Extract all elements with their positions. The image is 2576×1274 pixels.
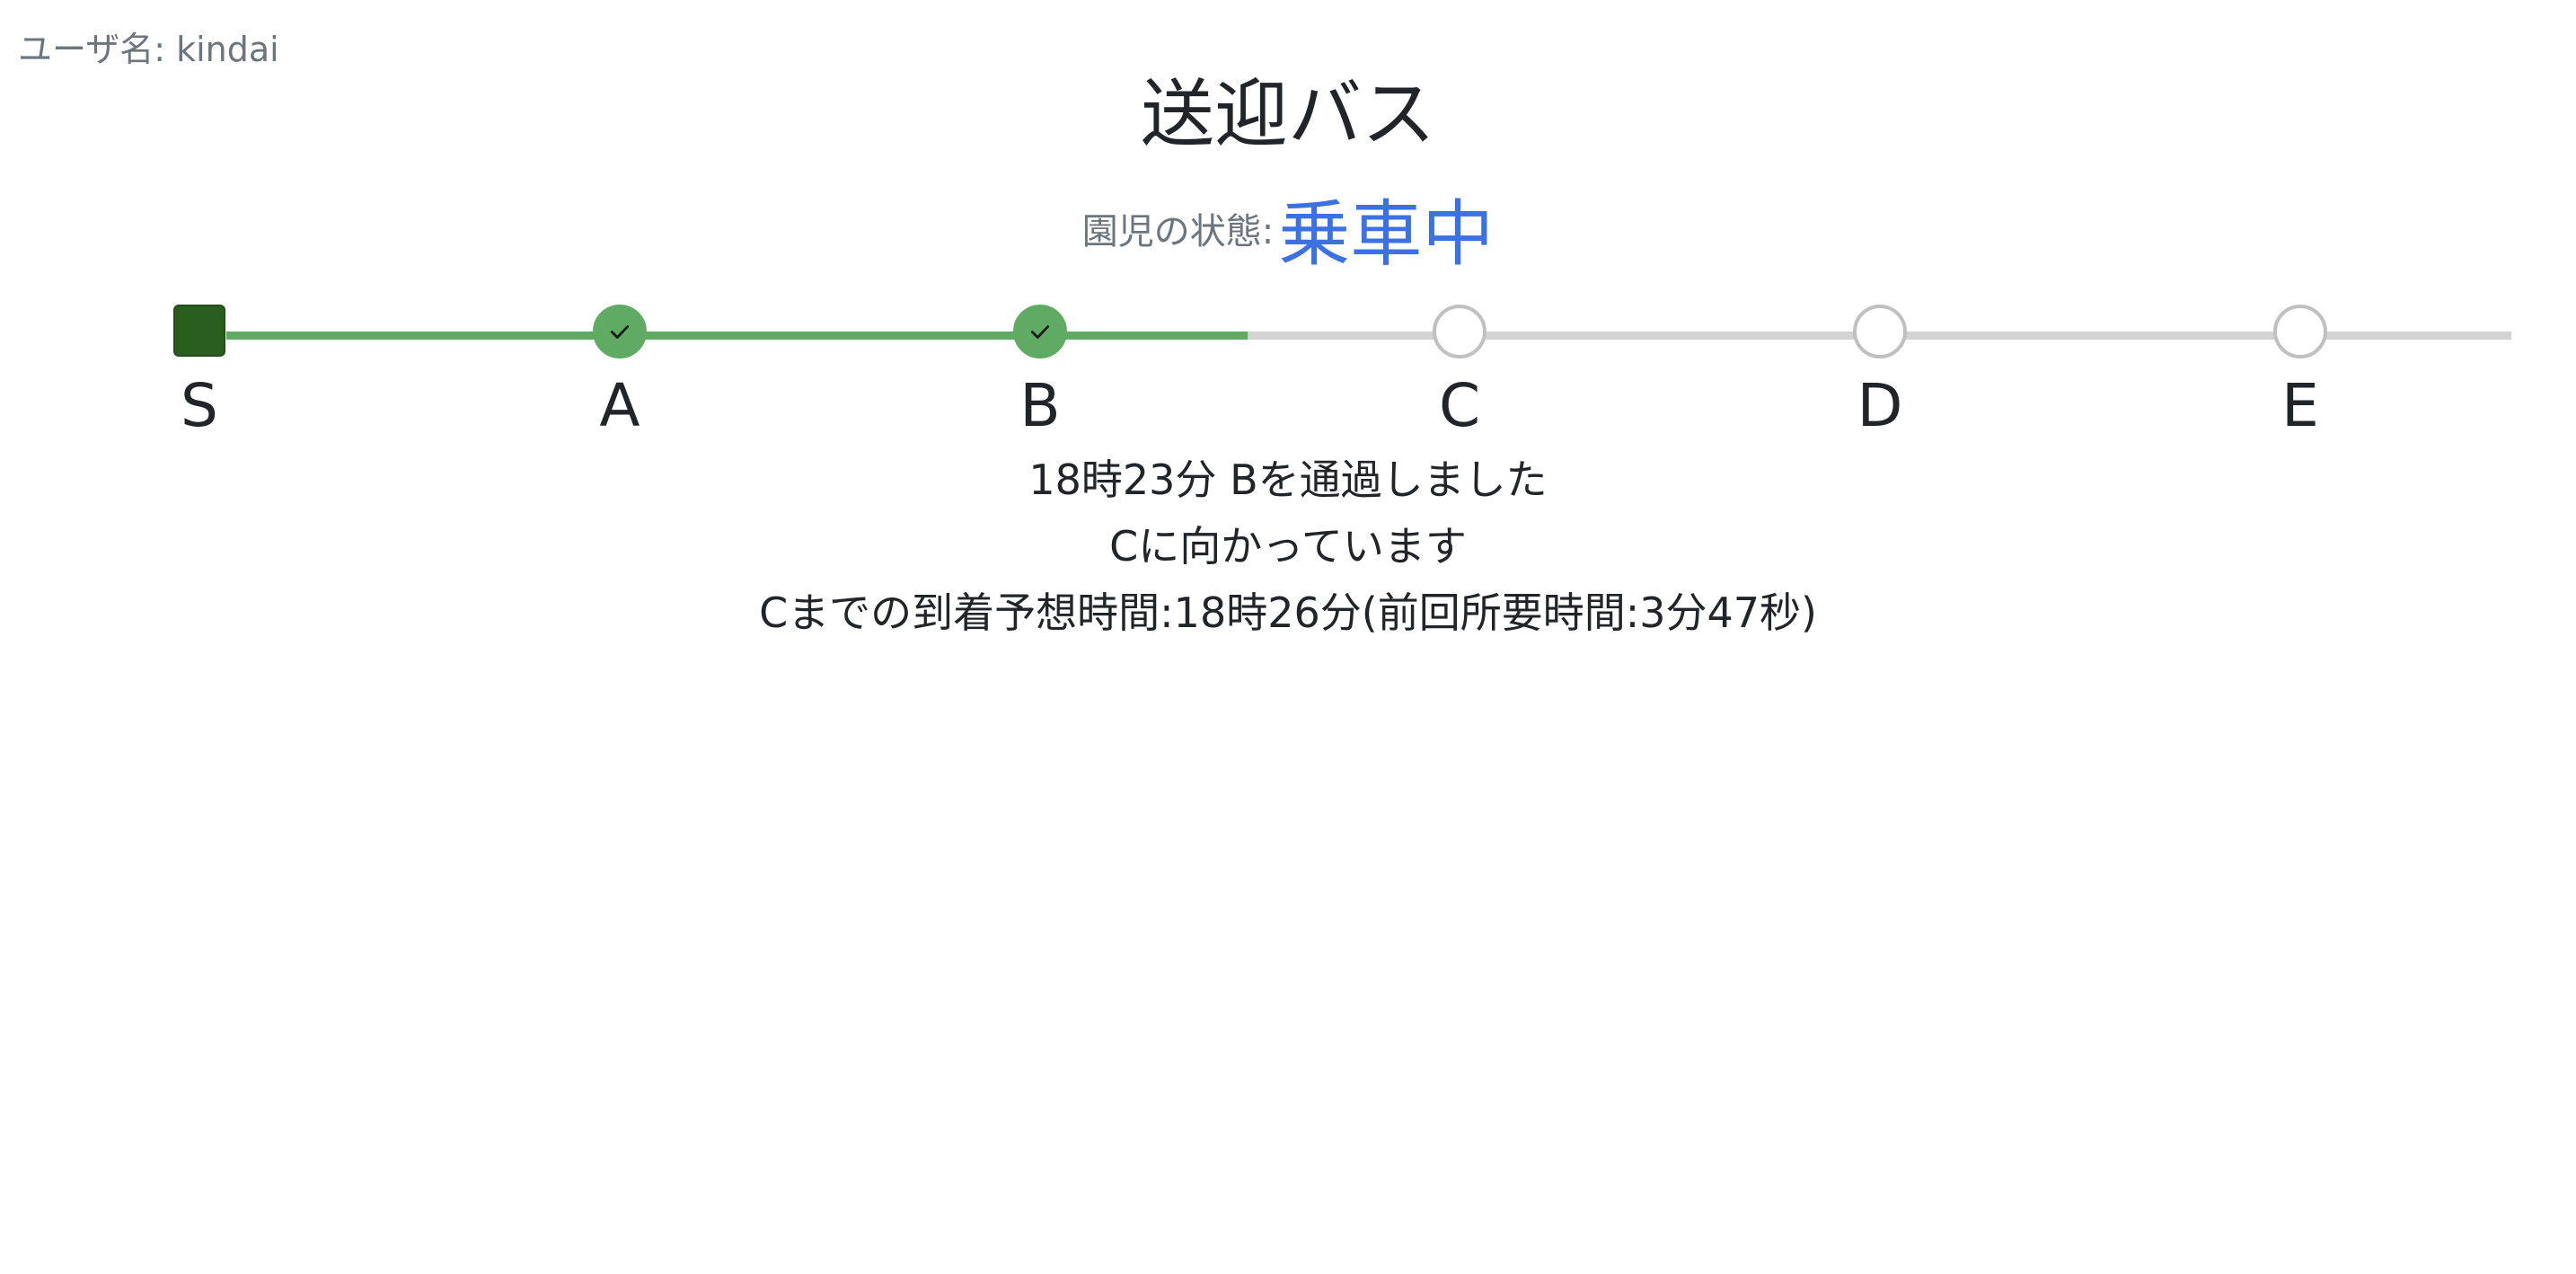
stop-e-marker — [2273, 305, 2327, 358]
stop-b-marker — [1013, 305, 1067, 358]
track-segment-done — [226, 332, 1248, 340]
info-passed: 18時23分 Bを通過しました — [1028, 456, 1548, 504]
stop-start-marker — [173, 305, 225, 357]
check-icon — [610, 325, 630, 339]
info-eta: Cまでの到着予想時間:18時26分(前回所要時間:3分47秒) — [759, 588, 1817, 637]
stop-a-marker — [593, 305, 647, 358]
stop-c-marker — [1433, 305, 1486, 358]
route-stepper: S A B C D E — [0, 0, 2576, 449]
stop-label-c: C — [1438, 371, 1481, 440]
stop-d-marker — [1853, 305, 1907, 358]
stop-label-a: A — [599, 371, 640, 440]
stop-label-s: S — [181, 371, 218, 440]
stop-label-b: B — [1019, 371, 1061, 440]
stop-label-d: D — [1857, 371, 1903, 440]
info-heading-to: Cに向かっています — [1109, 522, 1467, 571]
check-icon — [1030, 325, 1050, 339]
stop-label-e: E — [2281, 371, 2319, 440]
